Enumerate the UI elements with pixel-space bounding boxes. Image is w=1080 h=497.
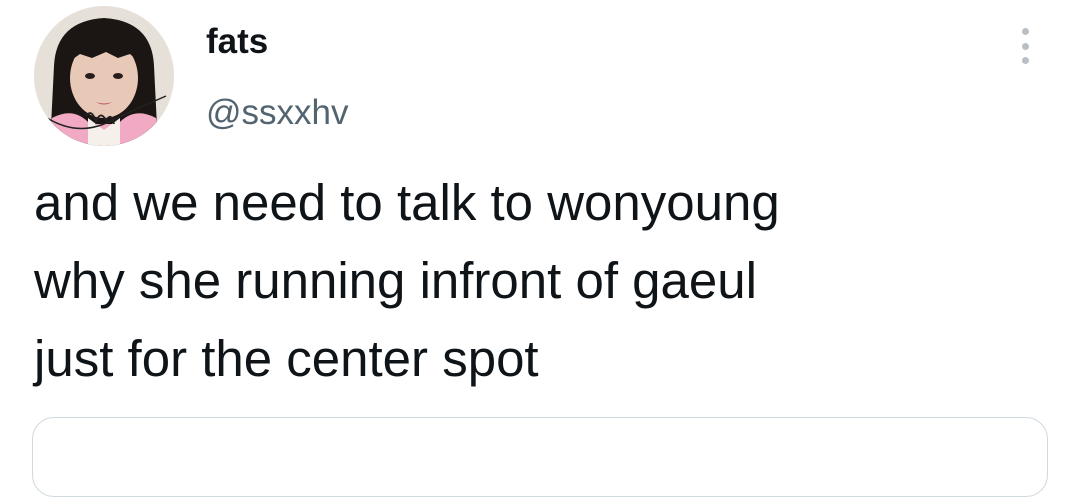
dot-icon — [1021, 28, 1029, 35]
tweet-text: and we need to talk to wonyoung why she … — [34, 174, 780, 387]
more-options-icon[interactable] — [1014, 28, 1036, 64]
dot-icon — [1021, 42, 1029, 50]
user-handle[interactable]: @ssxxhv — [206, 89, 349, 137]
avatar-image — [34, 6, 174, 146]
dot-icon — [1021, 57, 1029, 64]
avatar[interactable] — [34, 6, 174, 146]
display-name[interactable]: fats — [206, 18, 268, 66]
quoted-tweet-card[interactable] — [32, 417, 1048, 497]
